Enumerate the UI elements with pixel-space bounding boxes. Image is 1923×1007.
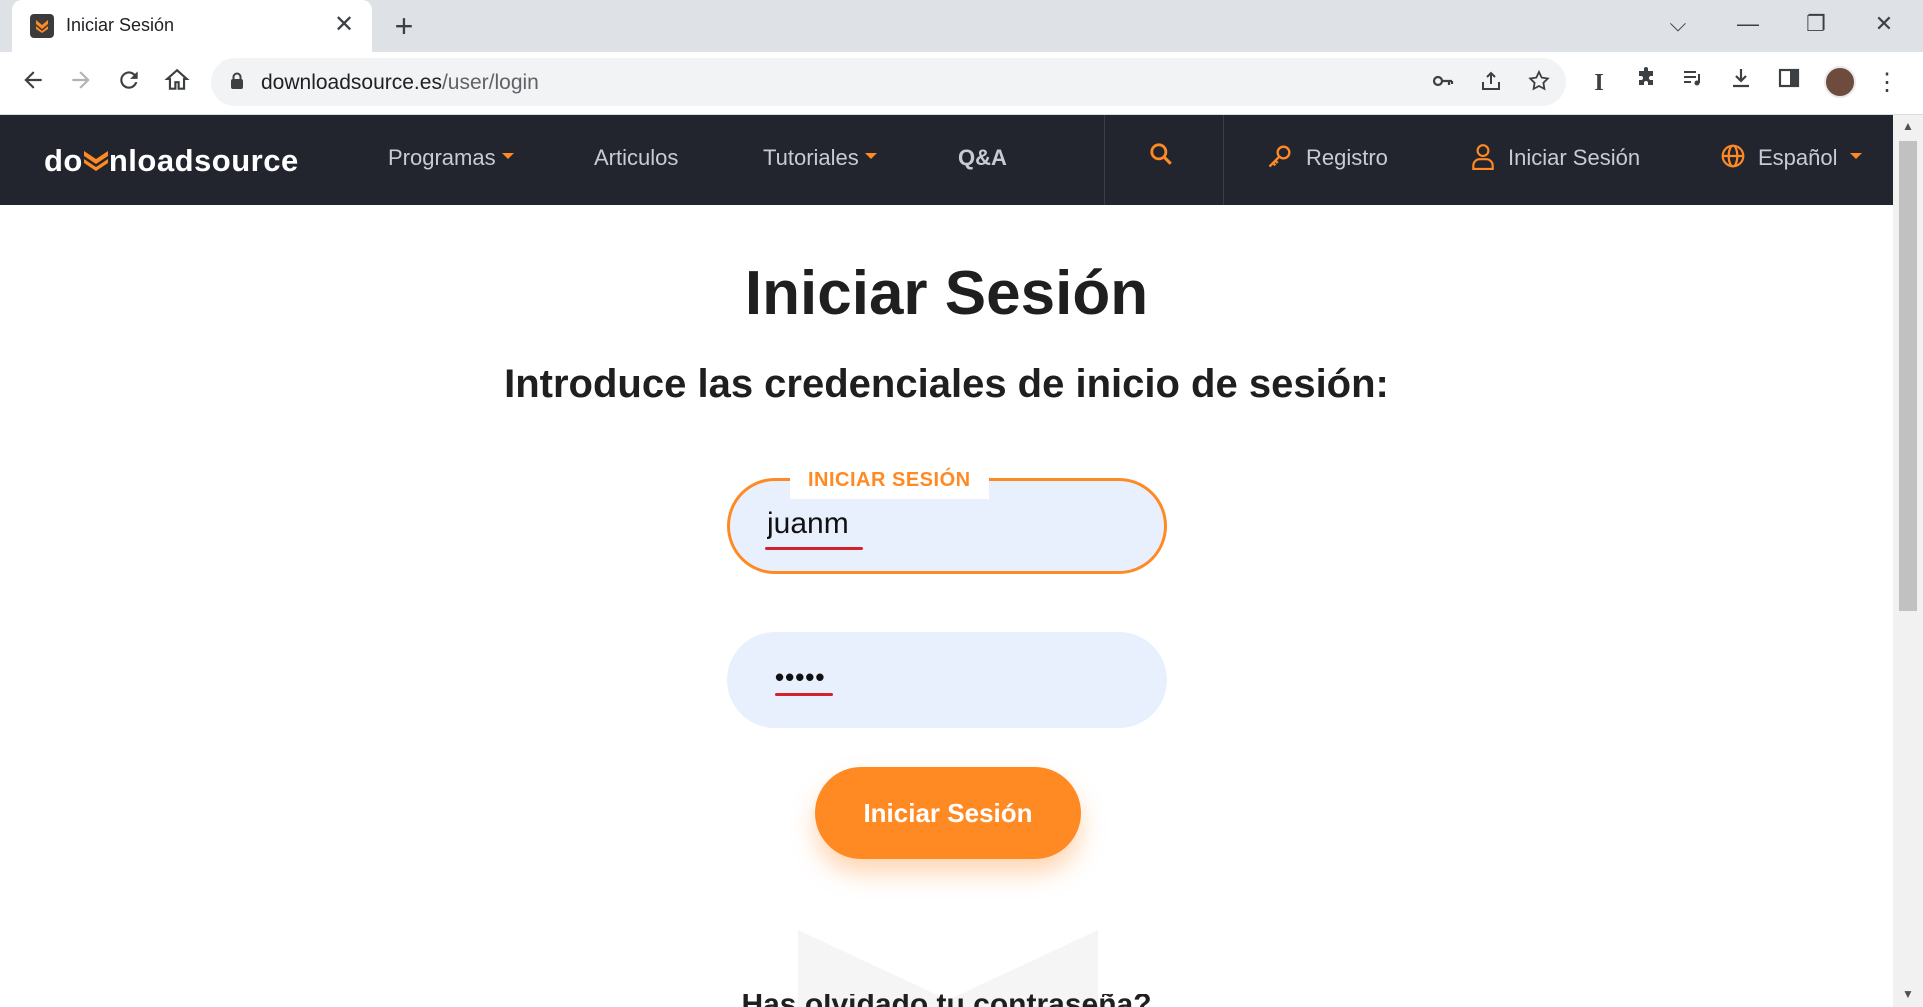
- user-icon: [1472, 144, 1494, 171]
- nav-programas-label: Programas: [388, 145, 496, 170]
- site-navbar: do nloadsource Programas Articulos Tutori…: [0, 115, 1893, 205]
- spellcheck-underline: [765, 547, 863, 550]
- minimize-button[interactable]: —: [1728, 8, 1768, 40]
- share-icon[interactable]: [1477, 69, 1505, 97]
- back-arrow-icon[interactable]: [16, 67, 50, 101]
- nav-tutoriales-label: Tutoriales: [763, 145, 859, 170]
- globe-icon: [1721, 144, 1745, 168]
- url-domain: downloadsource.es: [261, 71, 442, 94]
- caret-down-icon: [501, 153, 514, 160]
- forward-arrow-icon[interactable]: [64, 67, 98, 101]
- nav-programas[interactable]: Programas: [388, 145, 514, 171]
- address-bar[interactable]: downloadsource.es/user/login: [211, 58, 1566, 106]
- caret-down-icon: [1849, 153, 1862, 160]
- new-tab-button[interactable]: +: [388, 10, 420, 42]
- nav-divider: [1223, 115, 1224, 205]
- nav-iniciar-sesion-label: Iniciar Sesión: [1508, 145, 1641, 170]
- url-path: /user/login: [441, 71, 539, 94]
- username-field-label: INICIAR SESIÓN: [790, 461, 989, 499]
- forgot-password-link[interactable]: Has olvidado tu contraseña?: [0, 994, 1893, 1007]
- login-submit-button[interactable]: Iniciar Sesión: [815, 767, 1081, 859]
- download-icon[interactable]: [1724, 66, 1758, 100]
- key-icon[interactable]: [1429, 69, 1457, 97]
- restore-button[interactable]: ❐: [1796, 8, 1836, 40]
- site-logo[interactable]: do nloadsource: [44, 143, 299, 179]
- extensions-puzzle-icon[interactable]: [1629, 66, 1663, 100]
- nav-registro-label: Registro: [1306, 145, 1388, 170]
- page-subtitle: Introduce las credenciales de inicio de …: [504, 362, 1389, 406]
- browser-menu-icon[interactable]: ⋮: [1870, 66, 1904, 100]
- scroll-up-arrow-icon[interactable]: ▲: [1902, 119, 1914, 133]
- text-cursor-extension-icon[interactable]: I: [1582, 66, 1616, 100]
- username-field[interactable]: INICIAR SESIÓN: [727, 461, 1167, 574]
- media-playlist-icon[interactable]: [1676, 66, 1710, 100]
- nav-language[interactable]: Español: [1720, 144, 1862, 172]
- search-icon[interactable]: [1148, 143, 1186, 170]
- nav-iniciar-sesion[interactable]: Iniciar Sesión: [1470, 144, 1641, 173]
- close-window-button[interactable]: ✕: [1864, 8, 1904, 40]
- password-input[interactable]: •••••: [775, 662, 826, 693]
- browser-tab-active[interactable]: Iniciar Sesión ✕: [12, 0, 372, 52]
- forgot-password-label: Has olvidado tu contraseña?: [741, 994, 1151, 1007]
- nav-tutoriales[interactable]: Tutoriales: [763, 145, 877, 171]
- lock-icon: [231, 72, 243, 89]
- scroll-down-arrow-icon[interactable]: ▼: [1902, 987, 1914, 1001]
- profile-avatar[interactable]: [1824, 66, 1856, 98]
- tab-title: Iniciar Sesión: [66, 15, 175, 35]
- password-field[interactable]: •••••: [727, 632, 1167, 728]
- tab-close-icon[interactable]: ✕: [330, 11, 358, 39]
- home-icon[interactable]: [160, 67, 194, 101]
- nav-registro[interactable]: Registro: [1266, 145, 1388, 173]
- bookmark-star-icon[interactable]: [1525, 69, 1553, 97]
- page-title: Iniciar Sesión: [744, 259, 1149, 328]
- nav-language-label: Español: [1758, 145, 1838, 170]
- side-panel-icon[interactable]: [1772, 66, 1806, 100]
- logo-chevron-icon: [83, 143, 109, 178]
- key-icon: [1268, 145, 1291, 168]
- scroll-thumb[interactable]: [1899, 141, 1917, 611]
- caret-down-icon: [864, 153, 877, 160]
- page-scrollbar[interactable]: ▲ ▼: [1893, 115, 1923, 1007]
- spellcheck-underline: [775, 693, 833, 696]
- nav-divider: [1104, 115, 1105, 205]
- site-favicon-icon: [30, 14, 54, 38]
- tab-search-icon[interactable]: ⌵: [1658, 8, 1698, 40]
- nav-qa[interactable]: Q&A: [958, 145, 1007, 171]
- logo-text-suffix: nloadsource: [108, 143, 299, 178]
- url-text[interactable]: downloadsource.es/user/login: [261, 71, 539, 95]
- browser-tabstrip: Iniciar Sesión ✕ + ⌵ — ❐ ✕: [0, 0, 1923, 52]
- logo-text-prefix: do: [44, 143, 83, 178]
- browser-toolbar: downloadsource.es/user/login I ⋮: [0, 52, 1923, 115]
- nav-articulos[interactable]: Articulos: [594, 145, 678, 171]
- username-input[interactable]: [767, 507, 1127, 541]
- reload-icon[interactable]: [112, 67, 146, 101]
